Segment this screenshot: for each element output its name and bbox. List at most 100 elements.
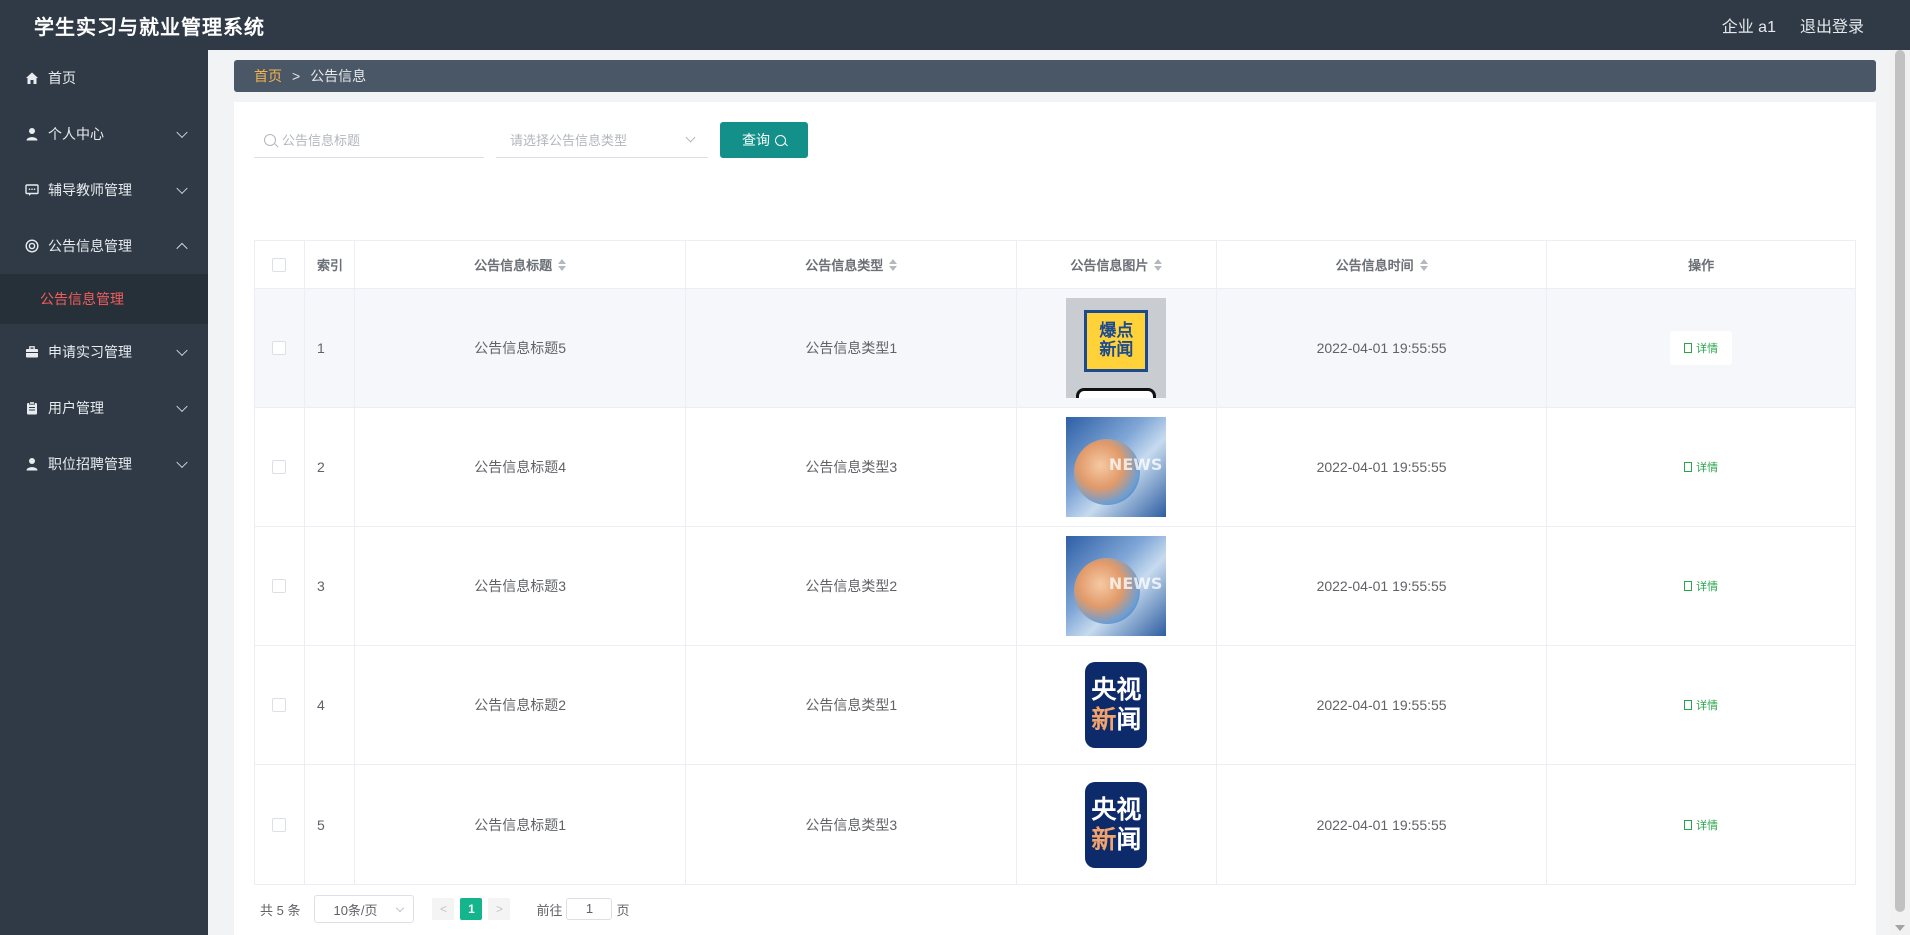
content-panel: 公告信息标题 请选择公告信息类型 查询 索引 公告信息标题 公告信息类型 公告信… <box>234 102 1876 935</box>
document-icon <box>1684 462 1693 472</box>
title-search-placeholder: 公告信息标题 <box>282 133 361 148</box>
sidebar-item-bulletin-management[interactable]: 公告信息管理 <box>0 218 208 274</box>
document-icon <box>1684 819 1693 830</box>
bulletin-image[interactable]: 央视 新闻 <box>1085 662 1148 748</box>
prev-page-button[interactable]: < <box>432 898 455 920</box>
sidebar-item-job-recruitment[interactable]: 职位招聘管理 <box>0 436 208 492</box>
sidebar-subitem-bulletin-management[interactable]: 公告信息管理 <box>0 274 208 324</box>
goto-suffix: 页 <box>616 902 630 918</box>
sidebar-item-label: 申请实习管理 <box>48 344 132 360</box>
column-header-time[interactable]: 公告信息时间 <box>1217 241 1548 288</box>
detail-button[interactable]: 详情 <box>1670 808 1732 842</box>
sidebar-item-label: 辅导教师管理 <box>48 182 132 198</box>
sidebar-item-tutor-management[interactable]: 辅导教师管理 <box>0 162 208 218</box>
row-index: 4 <box>305 646 355 764</box>
search-bar: 公告信息标题 请选择公告信息类型 查询 <box>254 122 808 158</box>
row-type: 公告信息类型2 <box>686 527 1018 645</box>
briefcase-icon <box>24 344 40 360</box>
row-checkbox[interactable] <box>272 817 287 832</box>
sort-icon[interactable] <box>1154 258 1163 271</box>
detail-button-label: 详情 <box>1696 462 1719 474</box>
top-header: 学生实习与就业管理系统 企业 a1 退出登录 <box>0 0 1910 50</box>
vertical-scrollbar[interactable] <box>1890 50 1910 935</box>
row-time: 2022-04-01 19:55:55 <box>1217 527 1548 645</box>
image-text-line: 爆点 <box>1099 321 1134 341</box>
user-icon <box>24 126 40 142</box>
page-number[interactable]: 1 <box>460 898 483 920</box>
table-header: 索引 公告信息标题 公告信息类型 公告信息图片 公告信息时间 操作 <box>255 241 1855 289</box>
page-size-select[interactable]: 10条/页 <box>314 895 415 923</box>
bulletin-image[interactable]: NEWS <box>1066 536 1167 636</box>
bulletin-image[interactable]: NEWS <box>1066 417 1167 517</box>
sidebar-item-home[interactable]: 首页 <box>0 50 208 106</box>
breadcrumb-home[interactable]: 首页 <box>254 66 282 86</box>
next-page-button[interactable]: > <box>488 898 511 920</box>
detail-button-label: 详情 <box>1696 700 1719 712</box>
image-text: NEWS <box>1108 455 1163 474</box>
row-time: 2022-04-01 19:55:55 <box>1217 289 1548 407</box>
row-time: 2022-04-01 19:55:55 <box>1217 408 1548 526</box>
row-index: 3 <box>305 527 355 645</box>
row-checkbox[interactable] <box>272 460 287 474</box>
row-checkbox[interactable] <box>272 341 287 355</box>
row-type: 公告信息类型3 <box>686 765 1018 884</box>
row-index: 1 <box>305 289 355 407</box>
bulletin-image[interactable]: 央视 新闻 <box>1085 781 1148 868</box>
row-time: 2022-04-01 19:55:55 <box>1217 765 1548 884</box>
scroll-down-icon[interactable] <box>1895 925 1905 931</box>
sidebar-item-user-management[interactable]: 用户管理 <box>0 380 208 436</box>
bulletin-image[interactable]: 爆点 新闻 <box>1066 298 1167 398</box>
page-size-value: 10条/页 <box>333 902 378 918</box>
search-icon <box>264 133 276 146</box>
query-button-label: 查询 <box>742 132 770 148</box>
image-text-char: 新 <box>1091 705 1117 734</box>
breadcrumb-separator: > <box>292 68 301 84</box>
sidebar: 首页 个人中心 辅导教师管理 公告信息管理 公告信息管理 申请实习管理 用户管理 <box>0 50 208 935</box>
document-icon <box>1684 581 1693 591</box>
query-button[interactable]: 查询 <box>720 122 808 158</box>
row-type: 公告信息类型3 <box>686 408 1018 526</box>
row-checkbox[interactable] <box>272 698 287 712</box>
sidebar-item-personal-center[interactable]: 个人中心 <box>0 106 208 162</box>
search-icon <box>775 134 786 146</box>
logout-link[interactable]: 退出登录 <box>1800 13 1864 37</box>
sort-icon[interactable] <box>558 258 567 271</box>
breadcrumb-current: 公告信息 <box>310 68 367 84</box>
sidebar-item-label: 首页 <box>48 70 76 86</box>
table-row: 1 公告信息标题5 公告信息类型1 爆点 新闻 2022-04-01 19:55:… <box>255 289 1855 408</box>
type-select[interactable]: 请选择公告信息类型 <box>496 122 708 158</box>
title-search-input[interactable]: 公告信息标题 <box>254 122 484 158</box>
row-title: 公告信息标题2 <box>355 646 687 764</box>
column-header-index: 索引 <box>305 241 355 288</box>
row-title: 公告信息标题5 <box>355 289 687 407</box>
goto-page-input[interactable]: 1 <box>566 898 613 920</box>
detail-button[interactable]: 详情 <box>1670 450 1732 484</box>
sidebar-item-internship-application[interactable]: 申请实习管理 <box>0 324 208 380</box>
sort-icon[interactable] <box>889 258 898 271</box>
table-row: 3 公告信息标题3 公告信息类型2 NEWS 2022-04-01 19:55:… <box>255 527 1855 646</box>
sidebar-item-label: 职位招聘管理 <box>48 456 132 472</box>
detail-button[interactable]: 详情 <box>1670 331 1733 365</box>
column-header-title-label: 公告信息标题 <box>474 258 553 273</box>
column-header-image-label: 公告信息图片 <box>1070 258 1149 273</box>
row-checkbox[interactable] <box>272 579 287 593</box>
select-all-checkbox[interactable] <box>272 257 287 272</box>
detail-button[interactable]: 详情 <box>1670 569 1732 603</box>
image-text-line: 新闻 <box>1099 340 1134 360</box>
table-row: 2 公告信息标题4 公告信息类型3 NEWS 2022-04-01 19:55:… <box>255 408 1855 527</box>
sort-icon[interactable] <box>1419 258 1428 271</box>
chevron-down-icon <box>176 400 188 413</box>
type-select-placeholder: 请选择公告信息类型 <box>510 133 628 148</box>
user-icon <box>24 456 40 472</box>
image-text-char: 新 <box>1091 824 1117 854</box>
detail-button[interactable]: 详情 <box>1670 688 1732 722</box>
current-user[interactable]: 企业 a1 <box>1722 13 1776 37</box>
column-header-type[interactable]: 公告信息类型 <box>686 241 1018 288</box>
chevron-down-icon <box>176 182 188 195</box>
column-header-title[interactable]: 公告信息标题 <box>355 241 687 288</box>
scrollbar-thumb[interactable] <box>1895 50 1905 912</box>
row-index: 5 <box>305 765 355 884</box>
column-header-image[interactable]: 公告信息图片 <box>1017 241 1217 288</box>
pagination-total: 共 5 条 <box>260 902 301 918</box>
bulletin-icon <box>24 238 40 254</box>
